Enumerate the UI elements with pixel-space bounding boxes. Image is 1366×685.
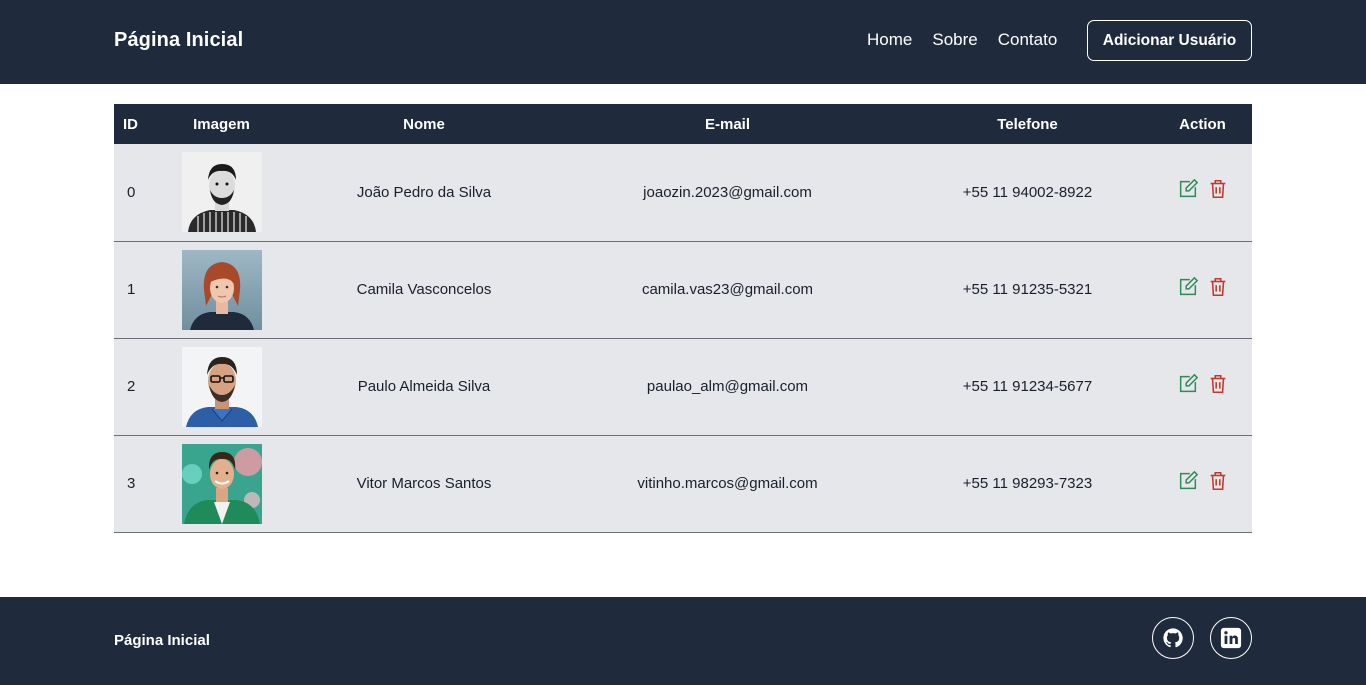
github-link[interactable] bbox=[1152, 617, 1194, 659]
table-row: 2 Paulo Almeida Silva paulao_alm@gmail.c… bbox=[114, 338, 1252, 435]
cell-image bbox=[148, 241, 295, 338]
cell-phone: +55 11 91234-5677 bbox=[962, 378, 1093, 395]
nav-about-link[interactable]: Sobre bbox=[932, 30, 977, 50]
table-row: 0 João Pedro da Silva joaozin.2023@gmail… bbox=[114, 144, 1252, 241]
linkedin-icon bbox=[1220, 627, 1242, 649]
cell-id: 0 bbox=[127, 183, 136, 201]
github-icon bbox=[1163, 628, 1183, 648]
edit-icon[interactable] bbox=[1177, 276, 1199, 298]
user-avatar-image bbox=[181, 346, 262, 427]
cell-name: Paulo Almeida Silva bbox=[357, 378, 491, 395]
cell-name: João Pedro da Silva bbox=[356, 183, 492, 201]
nav-home-link[interactable]: Home bbox=[867, 30, 912, 50]
edit-icon[interactable] bbox=[1177, 373, 1199, 395]
edit-icon[interactable] bbox=[1177, 178, 1199, 200]
trash-icon[interactable] bbox=[1207, 470, 1229, 492]
cell-email: paulao_alm@gmail.com bbox=[646, 378, 809, 395]
users-table-container: ID Imagem Nome E-mail Telefone Action 0 bbox=[114, 104, 1252, 533]
nav-contact-link[interactable]: Contato bbox=[998, 30, 1058, 50]
add-user-button[interactable]: Adicionar Usuário bbox=[1087, 20, 1252, 61]
cell-email: vitinho.marcos@gmail.com bbox=[637, 475, 818, 492]
column-header-id: ID bbox=[123, 115, 138, 133]
cell-actions bbox=[1153, 241, 1252, 338]
cell-id: 3 bbox=[127, 475, 136, 492]
table-row: 1 Camila Vasconcelos camila.vas23@gmail.… bbox=[114, 241, 1252, 338]
linkedin-link[interactable] bbox=[1210, 617, 1252, 659]
cell-name: Camila Vasconcelos bbox=[356, 281, 492, 298]
trash-icon[interactable] bbox=[1207, 373, 1229, 395]
cell-actions bbox=[1153, 338, 1252, 435]
cell-email: joaozin.2023@gmail.com bbox=[643, 183, 812, 201]
cell-actions bbox=[1153, 144, 1252, 241]
cell-id: 1 bbox=[127, 281, 136, 298]
column-header-email: E-mail bbox=[704, 115, 750, 133]
edit-icon[interactable] bbox=[1177, 470, 1199, 492]
table-row: 3 Vitor Marcos Santos vitinho.marcos@gma… bbox=[114, 435, 1252, 532]
column-header-image: Imagem bbox=[193, 115, 250, 133]
footer: Página Inicial bbox=[0, 597, 1366, 685]
user-avatar-image bbox=[181, 249, 262, 330]
column-header-action: Action bbox=[1179, 115, 1226, 133]
cell-phone: +55 11 94002-8922 bbox=[962, 183, 1093, 201]
cell-actions bbox=[1153, 435, 1252, 532]
users-table: ID Imagem Nome E-mail Telefone Action 0 bbox=[114, 104, 1252, 533]
user-avatar-image bbox=[181, 443, 262, 524]
cell-phone: +55 11 98293-7323 bbox=[962, 475, 1093, 492]
navbar: Página Inicial Home Sobre Contato Adicio… bbox=[0, 0, 1366, 84]
column-header-phone: Telefone bbox=[997, 115, 1058, 133]
cell-phone: +55 11 91235-5321 bbox=[962, 281, 1093, 298]
cell-email: camila.vas23@gmail.com bbox=[641, 281, 814, 298]
cell-image bbox=[148, 338, 295, 435]
column-header-name: Nome bbox=[403, 115, 445, 133]
footer-brand: Página Inicial bbox=[114, 632, 210, 649]
cell-image bbox=[148, 144, 295, 241]
brand-title: Página Inicial bbox=[114, 29, 244, 51]
trash-icon[interactable] bbox=[1207, 276, 1229, 298]
user-avatar-image bbox=[181, 152, 262, 233]
table-header-row: ID Imagem Nome E-mail Telefone Action bbox=[114, 104, 1252, 144]
cell-id: 2 bbox=[127, 378, 136, 395]
cell-name: Vitor Marcos Santos bbox=[356, 475, 492, 492]
cell-image bbox=[148, 435, 295, 532]
trash-icon[interactable] bbox=[1207, 178, 1229, 200]
nav-links: Home Sobre Contato bbox=[867, 30, 1057, 50]
